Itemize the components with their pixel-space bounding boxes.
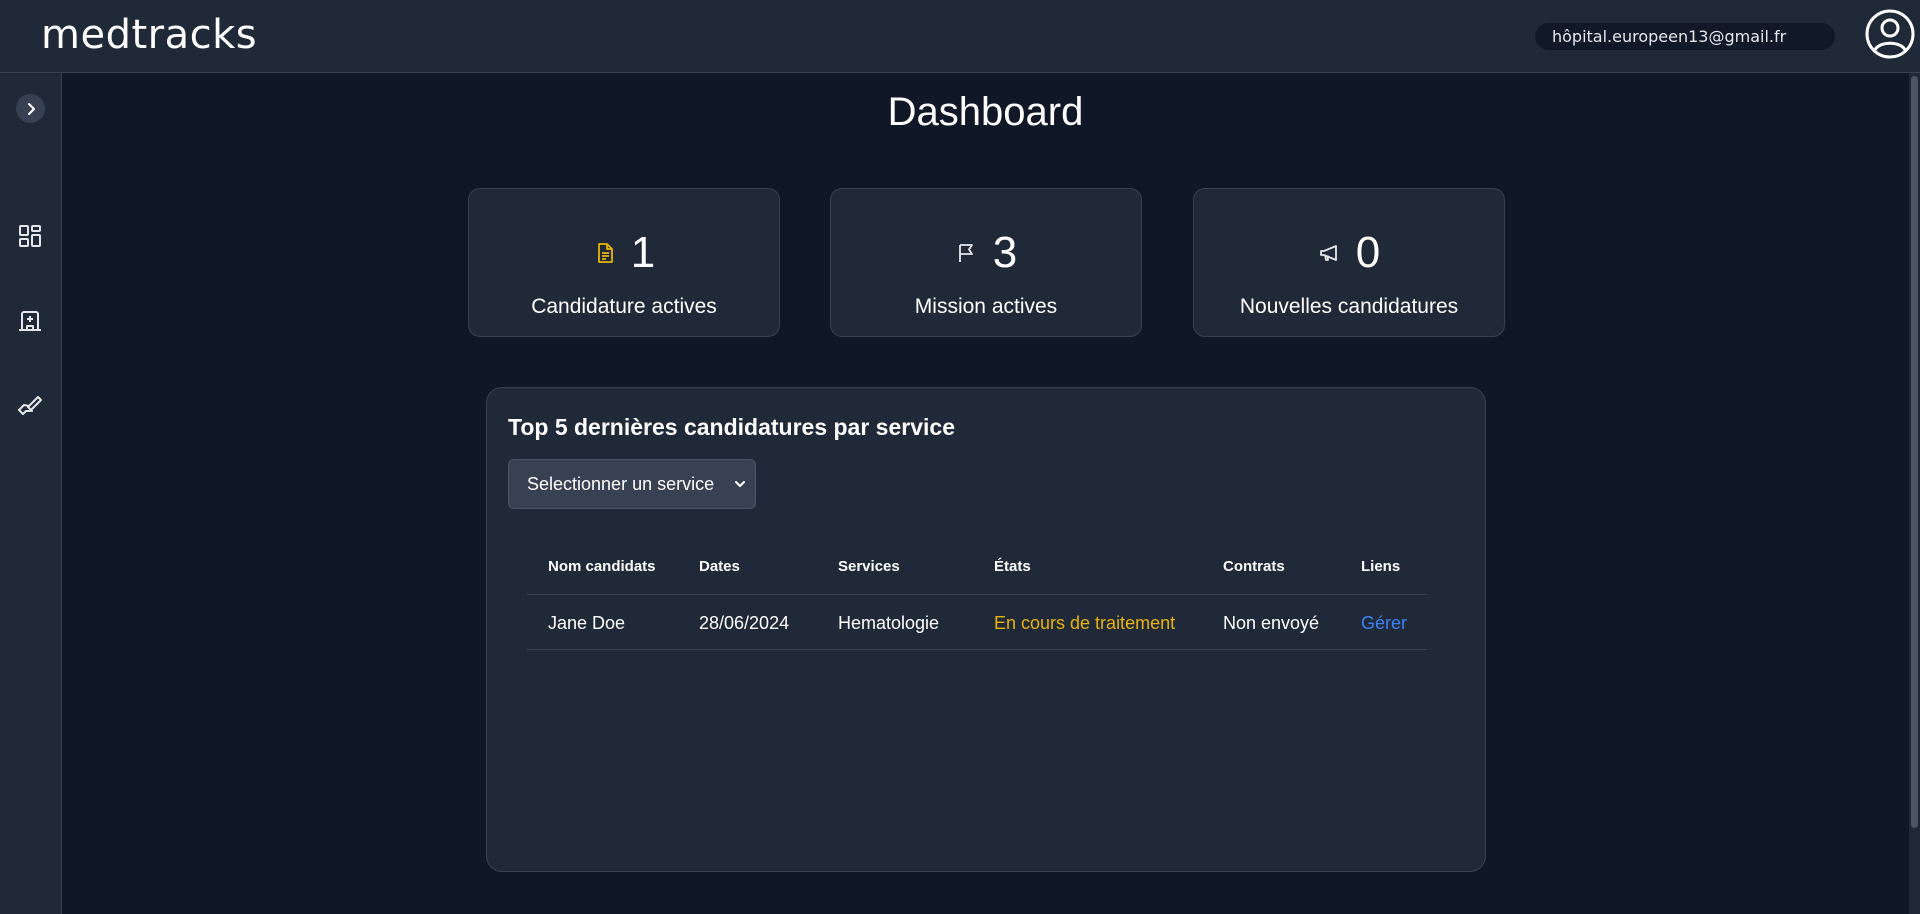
- logo[interactable]: medtracks: [41, 12, 257, 58]
- chevron-right-icon: [27, 102, 35, 115]
- megaphone-icon: [1319, 245, 1337, 261]
- column-header: Nom candidats: [548, 558, 656, 575]
- stat-value: 1: [630, 228, 656, 277]
- sidebar-item-partners[interactable]: [16, 392, 44, 420]
- application-date: 28/06/2024: [699, 613, 790, 633]
- hospital-building-icon: [19, 311, 41, 331]
- candidate-name: Jane Doe: [548, 613, 626, 633]
- column-header: États: [994, 558, 1031, 575]
- stat-card-new-applications: 0 Nouvelles candidatures: [1193, 188, 1505, 337]
- status-text: En cours de traitement: [994, 613, 1176, 633]
- column-header: Contrats: [1223, 558, 1285, 575]
- column-header: Services: [838, 558, 900, 575]
- stat-card-active-applications: 1 Candidature actives: [468, 188, 780, 337]
- handshake-icon: [18, 396, 42, 415]
- sidebar-toggle-button[interactable]: [16, 94, 45, 123]
- table-header: Nom candidats Dates Services États Contr…: [527, 553, 1427, 581]
- page-scrollbar[interactable]: [1909, 73, 1920, 914]
- stat-value: 3: [992, 228, 1018, 277]
- stat-label: Mission actives: [914, 295, 1058, 318]
- document-icon: [597, 243, 613, 263]
- stat-card-active-missions: 3 Mission actives: [830, 188, 1142, 337]
- panel-title: Top 5 dernières candidatures par service: [508, 414, 955, 440]
- contract-status: Non envoyé: [1223, 613, 1320, 633]
- manage-link[interactable]: Gérer: [1361, 613, 1407, 634]
- sidebar-item-dashboard[interactable]: [16, 222, 44, 250]
- flag-icon: [958, 244, 973, 262]
- chevron-down-icon: [735, 481, 745, 487]
- stat-label: Candidature actives: [531, 295, 717, 318]
- column-header: Liens: [1361, 558, 1401, 575]
- stat-value: 0: [1355, 228, 1381, 277]
- page-title: Dashboard: [887, 90, 1084, 134]
- dashboard-grid-icon: [19, 225, 41, 247]
- service-select[interactable]: Selectionner un service: [508, 459, 756, 509]
- table-row: Jane Doe 28/06/2024 Hematologie En cours…: [527, 594, 1427, 650]
- service-select-value: Selectionner un service: [527, 474, 715, 494]
- stat-label: Nouvelles candidatures: [1239, 295, 1459, 318]
- user-circle-icon[interactable]: [1864, 8, 1916, 60]
- user-email: hôpital.europeen13@gmail.fr: [1535, 23, 1835, 50]
- column-header: Dates: [699, 558, 740, 575]
- sidebar: [0, 73, 62, 914]
- top-bar: medtracks hôpital.europeen13@gmail.fr: [0, 0, 1920, 73]
- service-name: Hematologie: [838, 613, 940, 633]
- scrollbar-thumb[interactable]: [1911, 76, 1918, 828]
- recent-applications-panel: Top 5 dernières candidatures par service…: [486, 387, 1486, 872]
- sidebar-item-hospital[interactable]: [16, 306, 44, 334]
